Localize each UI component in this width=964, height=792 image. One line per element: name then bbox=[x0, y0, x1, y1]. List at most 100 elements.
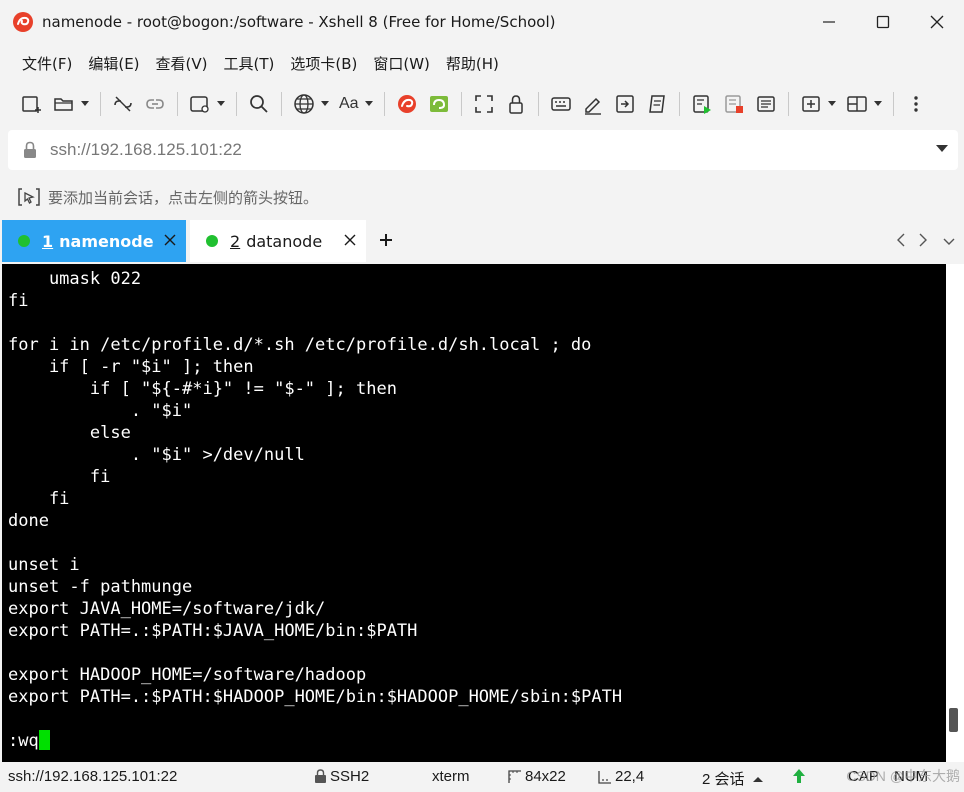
terminal-line: unset -f pathmunge bbox=[8, 577, 193, 597]
more-button[interactable] bbox=[900, 89, 932, 119]
xshell-button[interactable] bbox=[391, 89, 423, 119]
chevron-left-icon[interactable] bbox=[894, 232, 908, 248]
toolbar-separator bbox=[460, 92, 462, 116]
terminal-line: if [ "${-#*i}" != "$-" ]; then bbox=[8, 379, 397, 399]
font-dropdown[interactable] bbox=[364, 89, 374, 119]
address-bar[interactable]: ssh://192.168.125.101:22 bbox=[8, 130, 958, 170]
status-bar: ssh://192.168.125.101:22 SSH2 xterm 84x2… bbox=[0, 762, 964, 792]
layout-button[interactable] bbox=[841, 89, 873, 119]
menu-window[interactable]: 窗口(W) bbox=[365, 49, 438, 78]
close-window-button[interactable] bbox=[910, 0, 964, 44]
new-tab-button[interactable] bbox=[184, 89, 216, 119]
terminal-line: . "$i" >/dev/null bbox=[8, 445, 305, 465]
chevron-down-icon bbox=[364, 101, 373, 106]
menu-tools[interactable]: 工具(T) bbox=[216, 49, 283, 78]
encoding-dropdown[interactable] bbox=[320, 89, 330, 119]
scrollbar-thumb[interactable] bbox=[949, 708, 958, 732]
terminal-scrollbar[interactable] bbox=[946, 264, 964, 762]
search-icon bbox=[250, 95, 268, 113]
add-session-arrow-icon[interactable] bbox=[18, 187, 40, 207]
enter-icon bbox=[615, 95, 634, 113]
maximize-button[interactable] bbox=[856, 0, 910, 44]
log-button[interactable] bbox=[718, 89, 750, 119]
tab-datanode[interactable]: 2 datanode bbox=[190, 220, 366, 262]
xftp-button[interactable] bbox=[423, 89, 455, 119]
open-session-button[interactable] bbox=[48, 89, 80, 119]
disconnect-button[interactable] bbox=[107, 89, 139, 119]
reconnect-button[interactable] bbox=[139, 89, 171, 119]
layout-dropdown[interactable] bbox=[873, 89, 883, 119]
send-enter-button[interactable] bbox=[609, 89, 641, 119]
menu-view[interactable]: 查看(V) bbox=[148, 49, 216, 78]
run-script-button[interactable] bbox=[686, 89, 718, 119]
open-session-dropdown[interactable] bbox=[80, 89, 90, 119]
font-button[interactable]: Aa bbox=[334, 89, 364, 119]
terminal-view[interactable]: umask 022 fi for i in /etc/profile.d/*.s… bbox=[2, 264, 946, 762]
compose-button[interactable] bbox=[577, 89, 609, 119]
toolbar-separator bbox=[383, 92, 385, 116]
terminal-line: if [ -r "$i" ]; then bbox=[8, 357, 254, 377]
connected-status-icon bbox=[18, 235, 30, 247]
run-script-icon bbox=[692, 95, 711, 114]
split-layout-icon bbox=[846, 96, 867, 112]
script-icon bbox=[648, 95, 665, 113]
add-pane-dropdown[interactable] bbox=[827, 89, 837, 119]
terminal-line: export PATH=.:$PATH:$HADOOP_HOME/bin:$HA… bbox=[8, 687, 623, 707]
tab-number: 1 bbox=[42, 231, 54, 251]
chevron-down-icon bbox=[827, 101, 836, 106]
lock-button[interactable] bbox=[500, 89, 532, 119]
menu-tabs[interactable]: 选项卡(B) bbox=[282, 49, 365, 78]
encoding-button[interactable] bbox=[288, 89, 320, 119]
close-tab-icon[interactable] bbox=[164, 234, 176, 246]
window-title: namenode - root@bogon:/software - Xshell… bbox=[42, 13, 556, 31]
xshell-logo-icon bbox=[13, 12, 33, 32]
cursor-position-icon bbox=[598, 770, 611, 784]
menu-bar: 文件(F) 编辑(E) 查看(V) 工具(T) 选项卡(B) 窗口(W) 帮助(… bbox=[0, 46, 507, 80]
toolbar-separator bbox=[177, 92, 178, 116]
menu-help[interactable]: 帮助(H) bbox=[438, 49, 507, 78]
pen-icon bbox=[584, 97, 601, 115]
chevron-down-icon[interactable] bbox=[936, 145, 948, 153]
new-session-button[interactable] bbox=[16, 89, 48, 119]
tab-label: datanode bbox=[246, 231, 323, 251]
status-sessions[interactable]: 2 会话 bbox=[702, 768, 768, 789]
status-term-type: xterm bbox=[432, 768, 470, 785]
terminal-line: . "$i" bbox=[8, 401, 193, 421]
toolbar-separator bbox=[678, 92, 680, 116]
document-button[interactable] bbox=[750, 89, 782, 119]
xshell-icon bbox=[397, 95, 416, 113]
upload-arrow-icon bbox=[793, 769, 805, 783]
new-session-icon bbox=[22, 96, 41, 113]
fullscreen-button[interactable] bbox=[468, 89, 500, 119]
add-pane-button[interactable] bbox=[795, 89, 827, 119]
chevron-down-icon[interactable] bbox=[942, 234, 956, 250]
toolbar-separator bbox=[537, 92, 539, 116]
add-tab-icon[interactable] bbox=[378, 232, 394, 248]
log-icon bbox=[724, 95, 743, 113]
new-tab-icon bbox=[190, 96, 209, 113]
terminal-line: unset i bbox=[8, 555, 80, 575]
search-button[interactable] bbox=[243, 89, 275, 119]
tab-namenode[interactable]: 1 namenode bbox=[2, 220, 186, 262]
minimize-icon bbox=[823, 21, 835, 23]
fullscreen-icon bbox=[474, 95, 493, 113]
new-tab-dropdown[interactable] bbox=[216, 89, 226, 119]
menu-edit[interactable]: 编辑(E) bbox=[80, 49, 147, 78]
status-protocol: SSH2 bbox=[314, 768, 369, 785]
close-tab-icon[interactable] bbox=[344, 234, 356, 246]
close-icon bbox=[930, 15, 944, 29]
keyboard-button[interactable] bbox=[545, 89, 577, 119]
size-label: 84x22 bbox=[525, 768, 566, 785]
chevron-right-icon[interactable] bbox=[916, 232, 930, 248]
title-bar: namenode - root@bogon:/software - Xshell… bbox=[0, 0, 964, 44]
script-button[interactable] bbox=[641, 89, 673, 119]
address-input[interactable]: ssh://192.168.125.101:22 bbox=[50, 140, 242, 160]
tab-bar: 1 namenode 2 datanode bbox=[0, 220, 964, 262]
terminal-command-line[interactable]: :wq bbox=[8, 730, 946, 752]
minimize-button[interactable] bbox=[802, 0, 856, 44]
menu-file[interactable]: 文件(F) bbox=[14, 49, 80, 78]
lock-icon bbox=[508, 95, 523, 114]
tab-number: 2 bbox=[230, 231, 241, 251]
